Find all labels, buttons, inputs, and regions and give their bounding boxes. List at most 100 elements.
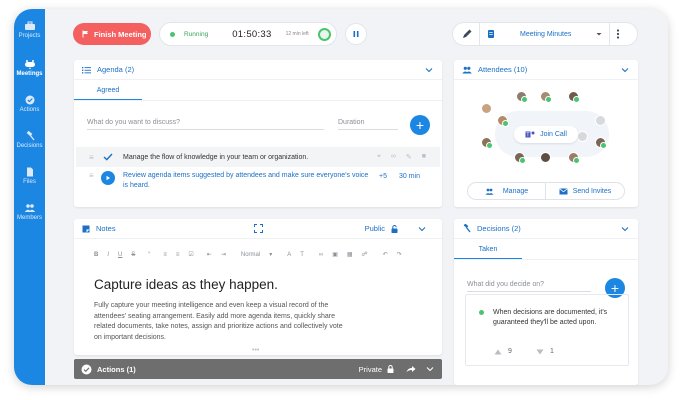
bold-icon[interactable]: B bbox=[94, 252, 98, 258]
attendee-avatar[interactable] bbox=[595, 137, 607, 149]
play-icon bbox=[106, 175, 110, 181]
link-icon[interactable]: ∞ bbox=[391, 153, 396, 161]
undo-icon[interactable]: ↶ bbox=[383, 251, 388, 258]
send-invites-button[interactable]: Send Invites bbox=[546, 188, 624, 195]
attendee-avatar[interactable] bbox=[568, 91, 580, 103]
attendee-avatar[interactable] bbox=[540, 91, 552, 103]
empty-seat[interactable] bbox=[595, 115, 606, 126]
document-icon bbox=[488, 30, 494, 38]
people-icon bbox=[24, 204, 35, 212]
upvote-button[interactable]: 9 bbox=[494, 348, 512, 355]
format-select[interactable]: Normal bbox=[241, 252, 260, 258]
sidebar-item-actions[interactable]: Actions bbox=[14, 95, 45, 113]
sidebar-item-decisions[interactable]: Decisions bbox=[14, 131, 45, 149]
pause-button[interactable] bbox=[345, 23, 367, 45]
attachment-icon[interactable]: ☍ bbox=[362, 251, 368, 258]
sidebar-item-projects[interactable]: Projects bbox=[14, 21, 45, 39]
chevron-down-icon[interactable] bbox=[425, 67, 433, 73]
italic-icon[interactable]: I bbox=[107, 252, 109, 258]
downvote-button[interactable]: 1 bbox=[536, 348, 554, 355]
sidebar-item-meetings[interactable]: Meetings bbox=[14, 59, 45, 77]
sidebar-item-label: Files bbox=[23, 179, 36, 185]
agenda-item[interactable]: ≡ Manage the flow of knowledge in your t… bbox=[76, 147, 440, 167]
agenda-item[interactable]: ≡ Review agenda items suggested by atten… bbox=[76, 171, 440, 191]
decision-status-dot bbox=[479, 310, 484, 315]
duration-input[interactable]: Duration bbox=[338, 119, 398, 130]
finish-meeting-button[interactable]: Finish Meeting bbox=[73, 23, 151, 45]
resize-handle-icon[interactable]: ••• bbox=[252, 347, 259, 354]
underline-icon[interactable]: U bbox=[118, 252, 122, 258]
add-agenda-button[interactable]: + bbox=[410, 115, 430, 135]
redo-icon[interactable]: ↷ bbox=[397, 251, 402, 258]
outdent-icon[interactable]: ⇥ bbox=[221, 251, 226, 258]
caret-down-icon[interactable]: ▾ bbox=[269, 251, 272, 258]
attendees-title: Attendees (10) bbox=[478, 65, 528, 74]
bullet-list-icon[interactable]: ≡ bbox=[176, 252, 180, 258]
text-color-icon[interactable]: A bbox=[287, 252, 291, 258]
check-icon[interactable] bbox=[103, 153, 113, 161]
template-select[interactable]: Meeting Minutes bbox=[520, 31, 571, 38]
tab-agreed[interactable]: Agreed bbox=[74, 87, 142, 94]
decisions-title: Decisions (2) bbox=[477, 224, 521, 233]
play-button[interactable] bbox=[101, 171, 115, 185]
lock-icon[interactable] bbox=[387, 365, 394, 373]
notes-heading[interactable]: Capture ideas as they happen. bbox=[94, 277, 278, 292]
agenda-item-duration: 30 min bbox=[398, 173, 420, 180]
attendee-avatar[interactable] bbox=[481, 137, 493, 149]
notes-header: Notes Public bbox=[74, 219, 442, 239]
checklist-icon[interactable]: ☑ bbox=[188, 251, 193, 258]
table-icon[interactable]: ▦ bbox=[347, 251, 353, 258]
gavel-icon bbox=[463, 224, 471, 233]
quote-icon[interactable]: “ bbox=[148, 252, 150, 258]
share-icon[interactable] bbox=[406, 365, 416, 373]
attendee-avatar[interactable] bbox=[568, 152, 580, 164]
attendee-avatar[interactable] bbox=[481, 103, 492, 114]
decision-input[interactable]: What did you decide on? bbox=[467, 281, 591, 292]
notes-visibility[interactable]: Public bbox=[365, 224, 385, 233]
drag-handle-icon[interactable]: ≡ bbox=[89, 171, 97, 180]
actions-visibility[interactable]: Private bbox=[359, 365, 382, 374]
decision-item[interactable]: When decisions are documented, it's guar… bbox=[465, 294, 629, 366]
image-icon[interactable]: ▣ bbox=[332, 251, 338, 258]
edit-pencil-icon[interactable] bbox=[455, 22, 479, 46]
agenda-input[interactable]: What do you want to discuss? bbox=[87, 119, 324, 130]
chevron-down-icon[interactable] bbox=[621, 226, 629, 232]
agenda-title: Agenda (2) bbox=[97, 65, 135, 74]
attendee-avatar[interactable] bbox=[514, 152, 526, 164]
tab-taken[interactable]: Taken bbox=[454, 246, 522, 253]
notes-card: Notes Public B I U S “ ≡ ≡ ☑ ⇤ ⇥ Normal … bbox=[74, 219, 442, 355]
link-icon[interactable]: ∞ bbox=[319, 252, 323, 258]
actions-card-header[interactable]: Actions (1) Private bbox=[74, 359, 442, 379]
empty-seat[interactable] bbox=[577, 131, 588, 142]
chevron-down-icon[interactable] bbox=[426, 366, 434, 372]
sidebar-item-files[interactable]: Files bbox=[14, 167, 45, 185]
app-window: Projects Meetings Actions Decisions File… bbox=[14, 9, 668, 385]
chevron-down-icon[interactable] bbox=[418, 226, 426, 232]
trash-icon[interactable]: ■ bbox=[422, 153, 426, 161]
clear-format-icon[interactable]: T bbox=[300, 252, 304, 258]
indent-icon[interactable]: ⇤ bbox=[207, 251, 212, 258]
sidebar-item-members[interactable]: Members bbox=[14, 203, 45, 221]
crop-icon[interactable]: ⌖ bbox=[377, 153, 381, 161]
attendee-avatar[interactable] bbox=[516, 91, 528, 103]
expand-icon[interactable] bbox=[253, 224, 263, 233]
briefcase-icon bbox=[24, 21, 35, 30]
manage-button[interactable]: Manage bbox=[468, 182, 546, 200]
drag-handle-icon[interactable]: ≡ bbox=[89, 153, 97, 162]
tab-divider bbox=[454, 259, 638, 260]
agenda-header: Agenda (2) bbox=[74, 60, 442, 80]
pause-icon bbox=[353, 31, 359, 37]
caret-down-icon[interactable] bbox=[595, 31, 603, 37]
join-call-button[interactable]: T Join Call bbox=[514, 126, 578, 143]
more-options-icon[interactable] bbox=[610, 22, 626, 46]
attendee-avatar[interactable] bbox=[540, 152, 551, 163]
edit-icon[interactable]: ✎ bbox=[406, 153, 412, 161]
notes-body[interactable]: Fully capture your meeting intelligence … bbox=[94, 301, 344, 343]
ordered-list-icon[interactable]: ≡ bbox=[163, 252, 167, 258]
attendee-avatar[interactable] bbox=[497, 115, 509, 127]
strikethrough-icon[interactable]: S bbox=[131, 252, 135, 258]
sidebar-item-label: Actions bbox=[19, 107, 40, 113]
lock-open-icon[interactable] bbox=[391, 224, 398, 233]
chevron-down-icon[interactable] bbox=[621, 67, 629, 73]
time-left: 12 min left bbox=[285, 31, 309, 37]
